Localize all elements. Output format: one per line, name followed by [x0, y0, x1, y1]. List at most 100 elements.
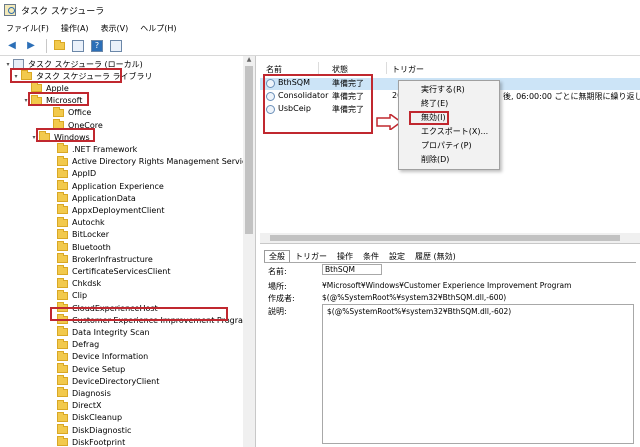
tree-item-label: Autochk	[72, 218, 105, 228]
tree-item[interactable]: Autochk	[48, 216, 105, 229]
scroll-up-icon[interactable]: ▲	[243, 56, 255, 66]
properties-icon[interactable]	[108, 39, 124, 53]
tree-scrollbar[interactable]: ▲	[243, 56, 255, 447]
tab-actions[interactable]: 操作	[332, 250, 358, 262]
menu-item-end[interactable]: 終了(E)	[399, 97, 499, 110]
menu-view[interactable]: 表示(V)	[101, 23, 129, 34]
tree-item[interactable]: DeviceDirectoryClient	[48, 375, 159, 387]
tree-item[interactable]: DiskCleanup	[48, 411, 123, 424]
folder-icon	[57, 155, 68, 166]
highlight-box	[36, 128, 95, 142]
hscroll-thumb[interactable]	[270, 235, 620, 241]
tree-item[interactable]: Office	[44, 106, 92, 119]
folder-icon	[57, 375, 68, 386]
tree-item-label: Application Experience	[72, 181, 164, 191]
menu-item-properties[interactable]: プロパティ(P)	[399, 139, 499, 152]
properties-pane: 全般 トリガー 操作 条件 設定 履歴 (無効) 名前: BthSQM 場所: …	[260, 246, 640, 447]
title-bar: タスク スケジューラ	[0, 0, 640, 20]
tree-item-label: DiskFootprint	[72, 437, 126, 447]
tab-general[interactable]: 全般	[264, 250, 290, 262]
tree-item-label: BrokerInfrastructure	[72, 254, 153, 264]
tree-item[interactable]: AppID	[48, 167, 97, 180]
tree-item[interactable]: DiskDiagnostic	[48, 424, 131, 436]
tree-item[interactable]: Application Experience	[48, 180, 164, 192]
help-icon[interactable]: ?	[89, 39, 105, 53]
location-label: 場所:	[268, 282, 287, 291]
scroll-thumb[interactable]	[245, 66, 253, 234]
description-label: 説明:	[268, 307, 287, 316]
author-label: 作成者:	[268, 294, 295, 303]
description-field[interactable]: $(@%SystemRoot%¥system32¥BthSQM.dll,-602…	[322, 304, 634, 444]
tree-item-label: DiskDiagnostic	[72, 425, 132, 435]
task-trigger-overflow: 後, 06:00:00 ごとに無期限に繰り返し	[503, 92, 640, 101]
folder-icon	[57, 192, 68, 203]
tab-history[interactable]: 履歴 (無効)	[410, 250, 461, 262]
tree-item[interactable]: DiskFootprint	[48, 436, 125, 447]
tree-item[interactable]: BitLocker	[48, 228, 109, 241]
menu-file[interactable]: ファイル(F)	[6, 23, 49, 34]
tree-item[interactable]: CertificateServicesClient	[48, 265, 170, 277]
tree-item[interactable]: Device Setup	[48, 363, 125, 375]
expand-icon[interactable]: ▾	[4, 61, 12, 68]
tree-item[interactable]: Diagnosis	[48, 387, 111, 399]
menu-item-export[interactable]: エクスポート(X)...	[399, 125, 499, 138]
tree-item-label: Clip	[72, 291, 88, 301]
tree-item[interactable]: ApplicationData	[48, 192, 136, 204]
tree-item-label: DirectX	[72, 401, 102, 411]
tree-item[interactable]: Bluetooth	[48, 241, 111, 253]
tree-item[interactable]: Chkdsk	[48, 277, 102, 290]
tree-item[interactable]: BrokerInfrastructure	[48, 253, 153, 265]
folder-icon	[57, 387, 68, 398]
folder-icon	[57, 338, 68, 349]
folder-icon	[57, 411, 68, 422]
back-arrow-icon[interactable]: ◀	[4, 39, 20, 53]
context-menu: 実行する(R) 終了(E) 無効(I) エクスポート(X)... プロパティ(P…	[398, 80, 500, 170]
tab-settings[interactable]: 設定	[384, 250, 410, 262]
folder-icon	[57, 180, 68, 191]
folder-up-icon[interactable]	[51, 39, 67, 53]
tree-item[interactable]: Device Information	[48, 350, 149, 363]
menu-action[interactable]: 操作(A)	[61, 23, 89, 34]
tree-item[interactable]: .NET Framework	[48, 143, 137, 155]
menu-item-delete[interactable]: 削除(D)	[399, 153, 499, 166]
column-header-trigger[interactable]: トリガー	[392, 64, 424, 75]
folder-icon	[57, 167, 68, 178]
console-tree[interactable]: ▾ タスク スケジューラ (ローカル) ▾ タスク スケジューラ ライブラリ A…	[0, 56, 256, 447]
tree-item-label: DeviceDirectoryClient	[72, 376, 160, 386]
toolbar: ◀ ▶ ?	[0, 36, 640, 56]
tree-item[interactable]: Defrag	[48, 338, 100, 351]
tree-item-label: DiskCleanup	[72, 413, 123, 423]
folder-icon	[57, 241, 68, 252]
folder-icon	[57, 289, 68, 300]
highlight-box	[28, 92, 89, 106]
tree-item[interactable]: Data Integrity Scan	[48, 326, 150, 338]
window-title: タスク スケジューラ	[21, 6, 105, 17]
folder-icon	[57, 424, 68, 435]
highlight-box	[10, 68, 122, 83]
tree-item[interactable]: Clip	[48, 289, 88, 302]
column-separator[interactable]	[318, 62, 319, 74]
tree-item-label: Defrag	[72, 340, 100, 350]
task-list-hscrollbar[interactable]	[260, 233, 640, 243]
menu-item-run[interactable]: 実行する(R)	[399, 83, 499, 96]
tree-item[interactable]: AppxDeploymentClient	[48, 204, 164, 216]
author-value: $(@%SystemRoot%¥system32¥BthSQM.dll,-600…	[322, 293, 507, 302]
highlight-box	[409, 111, 449, 125]
tab-triggers[interactable]: トリガー	[290, 250, 332, 262]
tree-item-label: Chkdsk	[72, 279, 102, 289]
tree-item-label: Device Information	[72, 352, 149, 362]
tree-item-label: AppID	[72, 169, 97, 179]
column-separator[interactable]	[386, 62, 387, 74]
tree-item[interactable]: DirectX	[48, 399, 102, 412]
forward-arrow-icon[interactable]: ▶	[23, 39, 39, 53]
tree-item[interactable]: Active Directory Rights Management Servi…	[48, 155, 255, 168]
name-field[interactable]: BthSQM	[322, 264, 382, 275]
menu-help[interactable]: ヘルプ(H)	[140, 23, 176, 34]
console-tree-icon[interactable]	[70, 39, 86, 53]
tab-conditions[interactable]: 条件	[358, 250, 384, 262]
tree-item-label: Office	[68, 108, 92, 118]
tree-item-label: .NET Framework	[72, 144, 138, 154]
name-label: 名前:	[268, 267, 287, 276]
highlight-box	[263, 74, 373, 134]
tab-divider	[264, 262, 636, 263]
